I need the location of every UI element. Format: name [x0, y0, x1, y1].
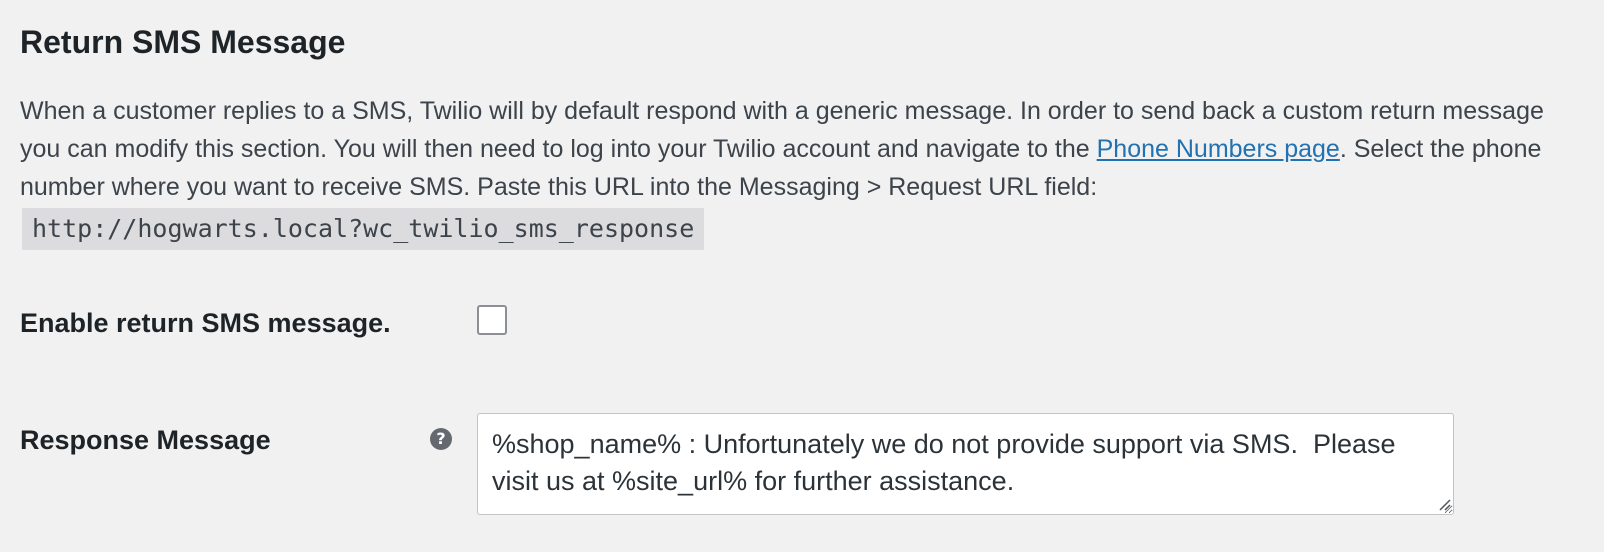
- response-message-label: Response Message: [20, 425, 271, 455]
- phone-numbers-link[interactable]: Phone Numbers page: [1097, 135, 1340, 163]
- resize-handle-icon[interactable]: [1436, 496, 1452, 512]
- question-circle-icon[interactable]: ?: [430, 428, 452, 450]
- enable-return-sms-checkbox[interactable]: [477, 305, 507, 335]
- section-description: When a customer replies to a SMS, Twilio…: [20, 92, 1590, 250]
- response-url-code: http://hogwarts.local?wc_twilio_sms_resp…: [22, 208, 705, 250]
- section-title: Return SMS Message: [20, 24, 346, 60]
- response-message-textarea[interactable]: %shop_name% : Unfortunately we do not pr…: [477, 413, 1454, 515]
- enable-return-sms-label: Enable return SMS message.: [20, 308, 391, 338]
